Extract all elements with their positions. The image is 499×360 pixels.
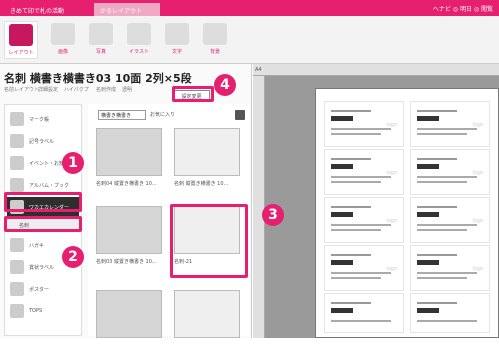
highlight-calendar	[4, 192, 82, 212]
title-bar: きめて印で札の活動 かるレイアウト ヘナビ ◎ 明日 ◎ 閲覧	[0, 0, 499, 16]
thumb-caption: 名刺 縦置き横書き 10...	[174, 181, 229, 187]
thumb-preview	[174, 128, 240, 176]
business-card[interactable]	[324, 293, 404, 333]
category-label: 賞状ラベル	[29, 265, 55, 271]
template-thumb[interactable]	[172, 288, 242, 360]
photo-icon	[89, 23, 113, 45]
template-thumb[interactable]: 名刺04 縦置き横書き 10...	[94, 126, 164, 198]
postcard-icon	[10, 238, 24, 252]
thumb-preview	[96, 128, 162, 176]
highlight-card-category	[4, 216, 82, 232]
ribbon-text-button[interactable]: 文字	[160, 21, 194, 59]
step-badge-2: 2	[62, 246, 84, 268]
poster-icon	[10, 282, 24, 296]
thumb-preview	[96, 206, 162, 254]
card-logo: logo	[472, 170, 483, 176]
notebook-icon	[10, 112, 24, 126]
page-canvas[interactable]: logo logo logo logo logo logo logo logo	[315, 88, 499, 338]
illustration-icon	[127, 23, 151, 45]
album-icon	[10, 178, 24, 192]
category-label: 記号ラベル	[29, 139, 55, 145]
ruler-left	[253, 76, 265, 338]
card-logo: logo	[472, 266, 483, 272]
ribbon-photo-button[interactable]: 写真	[84, 21, 118, 59]
step-badge-1: 1	[62, 152, 84, 174]
tops-icon	[10, 304, 24, 318]
template-thumb[interactable]: 名刺03 縦置き横書き 10...	[94, 204, 164, 276]
image-icon	[51, 23, 75, 45]
business-card[interactable]: logo	[324, 245, 404, 291]
card-logo: logo	[386, 218, 397, 224]
ribbon-image-button[interactable]: 画像	[46, 21, 80, 59]
ribbon-text-label: 文字	[171, 49, 182, 55]
tab-main[interactable]: きめて印で札の活動	[4, 3, 92, 16]
template-thumb[interactable]: 名刺 縦置き横書き 10...	[172, 126, 242, 198]
business-card[interactable]: logo	[324, 197, 404, 243]
business-card[interactable]	[410, 293, 490, 333]
highlight-selected-template	[170, 204, 248, 278]
tab-layout[interactable]: かるレイアウト	[94, 3, 160, 16]
ribbon-toolbar: レイアウト 画像 写真 イラスト 文字 背景	[0, 16, 499, 64]
ribbon-background-button[interactable]: 背景	[198, 21, 232, 59]
label-icon	[10, 134, 24, 148]
ribbon-illustration-label: イラスト	[129, 49, 149, 55]
card-logo: logo	[386, 122, 397, 128]
toolbar-item-layout[interactable]: 名前レイアウト	[4, 86, 39, 93]
template-thumb[interactable]	[94, 288, 164, 360]
toolbar-item-hyper[interactable]: ハイパクプ	[64, 86, 89, 93]
thumb-preview	[96, 290, 162, 338]
thumb-caption: 名刺04 縦置き横書き 10...	[96, 181, 157, 187]
toolbar-item-detail[interactable]: 詳細設定	[38, 86, 58, 93]
ribbon-illustration-button[interactable]: イラスト	[122, 21, 156, 59]
layout-icon	[9, 24, 33, 46]
ruler-label: A4	[255, 67, 262, 73]
grid-view-icon[interactable]	[235, 110, 245, 120]
favorites-checkbox[interactable]: お気に入り	[150, 111, 175, 118]
ribbon-photo-label: 写真	[95, 49, 106, 55]
business-card[interactable]: logo	[324, 149, 404, 195]
card-logo: logo	[472, 218, 483, 224]
title-bar-menu[interactable]: ヘナビ ◎ 明日 ◎ 閲覧	[433, 4, 493, 13]
toolbar-item-transparent[interactable]: 透明	[122, 86, 132, 93]
category-item-notebook[interactable]: マーク帳	[7, 109, 79, 129]
text-icon	[165, 23, 189, 45]
business-card[interactable]: logo	[410, 149, 490, 195]
highlight-settings-button	[172, 86, 214, 102]
award-icon	[10, 260, 24, 274]
category-item-tops[interactable]: TOPS	[7, 301, 79, 321]
category-label: アルバム・ブック	[29, 183, 69, 189]
ribbon-layout-label: レイアウト	[8, 50, 34, 56]
card-logo: logo	[386, 170, 397, 176]
background-icon	[203, 23, 227, 45]
card-logo: logo	[386, 266, 397, 272]
step-badge-4: 4	[214, 74, 236, 96]
business-card[interactable]: logo	[410, 197, 490, 243]
thumb-preview	[174, 290, 240, 338]
business-card[interactable]: logo	[410, 245, 490, 291]
category-label: ポスター	[29, 287, 50, 293]
category-label: ハガキ	[29, 243, 45, 249]
category-item-label[interactable]: 記号ラベル	[7, 131, 79, 151]
category-item-poster[interactable]: ポスター	[7, 279, 79, 299]
ribbon-image-label: 画像	[57, 49, 68, 55]
ribbon-layout-button[interactable]: レイアウト	[4, 21, 38, 59]
card-logo: logo	[472, 122, 483, 128]
event-icon	[10, 156, 24, 170]
toolbar-item-card[interactable]: 名刺作成	[96, 86, 116, 93]
business-card[interactable]: logo	[324, 101, 404, 147]
canvas-area[interactable]: A4 logo logo logo logo logo logo logo lo…	[253, 64, 499, 338]
ribbon-background-label: 背景	[209, 49, 220, 55]
category-label: マーク帳	[29, 117, 50, 123]
category-label: TOPS	[29, 308, 43, 314]
business-card[interactable]: logo	[410, 101, 490, 147]
style-dropdown[interactable]: 横書き横書き	[98, 110, 146, 120]
step-badge-3: 3	[262, 204, 284, 226]
ruler-top: A4	[253, 64, 499, 76]
thumb-caption: 名刺03 縦置き横書き 10...	[96, 259, 157, 265]
